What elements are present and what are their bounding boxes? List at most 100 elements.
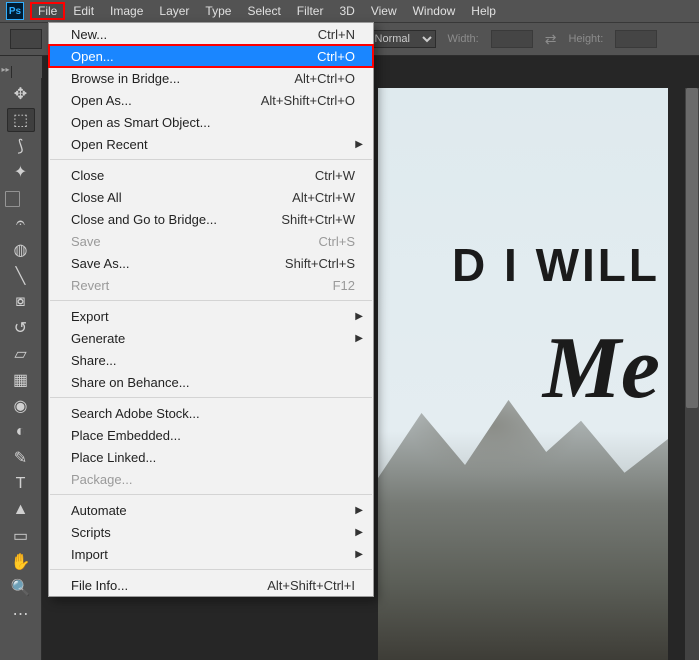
menu-item-open[interactable]: Open...Ctrl+O (49, 45, 373, 67)
menu-item-shortcut: Alt+Ctrl+O (294, 71, 355, 86)
menu-item-open-as-smart-object[interactable]: Open as Smart Object... (49, 111, 373, 133)
hand-tool[interactable]: ✋ (7, 550, 35, 574)
menu-item-label: Open... (71, 49, 317, 64)
menu-item-save: SaveCtrl+S (49, 230, 373, 252)
document-canvas[interactable]: D I WILL Me (378, 88, 668, 660)
menu-item-shortcut: Alt+Shift+Ctrl+O (261, 93, 355, 108)
menu-item-package: Package... (49, 468, 373, 490)
menu-item-shortcut: Alt+Shift+Ctrl+I (267, 578, 355, 593)
menu-item-place-embedded[interactable]: Place Embedded... (49, 424, 373, 446)
eraser-tool[interactable]: ▱ (7, 342, 35, 366)
menu-image[interactable]: Image (102, 2, 151, 20)
path-select-tool[interactable]: ▲ (7, 498, 35, 522)
menu-help[interactable]: Help (463, 2, 504, 20)
menu-item-label: Place Linked... (71, 450, 355, 465)
menu-item-close-and-go-to-bridge[interactable]: Close and Go to Bridge...Shift+Ctrl+W (49, 208, 373, 230)
eyedropper-tool[interactable]: 𝄐 (7, 212, 35, 236)
spot-heal-tool[interactable]: ◍ (7, 238, 35, 262)
width-input[interactable] (491, 30, 533, 48)
submenu-arrow-icon: ▶ (355, 311, 363, 322)
file-menu-dropdown: New...Ctrl+NOpen...Ctrl+OBrowse in Bridg… (48, 22, 374, 597)
menu-item-revert: RevertF12 (49, 274, 373, 296)
menu-item-shortcut: F12 (333, 278, 355, 293)
menu-item-import[interactable]: Import▶ (49, 543, 373, 565)
type-tool[interactable]: T (7, 472, 35, 496)
style-select[interactable]: Normal (366, 30, 436, 48)
submenu-arrow-icon: ▶ (355, 527, 363, 538)
tools-panel: ✥⬚⟆✦⃞𝄐◍╲⧇↺▱▦◉◐✎T▲▭✋🔍⋯ (0, 78, 42, 660)
pen-tool[interactable]: ✎ (7, 446, 35, 470)
zoom-tool[interactable]: 🔍 (7, 576, 35, 600)
menu-layer[interactable]: Layer (151, 2, 197, 20)
menu-type[interactable]: Type (197, 2, 239, 20)
edit-toolbar[interactable]: ⋯ (7, 602, 35, 626)
clone-stamp-tool[interactable]: ⧇ (7, 290, 35, 314)
menu-item-shortcut: Shift+Ctrl+S (285, 256, 355, 271)
menu-item-label: Browse in Bridge... (71, 71, 294, 86)
height-input[interactable] (615, 30, 657, 48)
swap-icon[interactable]: ⇄ (545, 31, 557, 48)
menu-item-file-info[interactable]: File Info...Alt+Shift+Ctrl+I (49, 574, 373, 596)
menu-item-open-recent[interactable]: Open Recent▶ (49, 133, 373, 155)
menu-item-generate[interactable]: Generate▶ (49, 327, 373, 349)
menu-filter[interactable]: Filter (289, 2, 332, 20)
menu-edit[interactable]: Edit (65, 2, 102, 20)
marquee-tool[interactable]: ⬚ (7, 108, 35, 132)
vertical-scrollbar[interactable] (685, 88, 699, 660)
menu-separator (50, 300, 372, 301)
menubar: Ps FileEditImageLayerTypeSelectFilter3DV… (0, 0, 699, 22)
menu-item-scripts[interactable]: Scripts▶ (49, 521, 373, 543)
dodge-tool[interactable]: ◐ (7, 420, 35, 444)
canvas-text-line2: Me (378, 318, 668, 419)
lasso-tool[interactable]: ⟆ (7, 134, 35, 158)
menu-item-label: Generate (71, 331, 355, 346)
menu-item-label: Close and Go to Bridge... (71, 212, 281, 227)
tool-preset-swatch[interactable] (10, 29, 42, 49)
menu-file[interactable]: File (30, 2, 65, 20)
menu-item-new[interactable]: New...Ctrl+N (49, 23, 373, 45)
menu-item-search-adobe-stock[interactable]: Search Adobe Stock... (49, 402, 373, 424)
menu-separator (50, 569, 372, 570)
menu-separator (50, 159, 372, 160)
brush-tool[interactable]: ╲ (7, 264, 35, 288)
blur-tool[interactable]: ◉ (7, 394, 35, 418)
canvas-text-line1: D I WILL (378, 238, 660, 292)
menu-item-close[interactable]: CloseCtrl+W (49, 164, 373, 186)
menu-item-label: Open As... (71, 93, 261, 108)
move-tool[interactable]: ✥ (7, 82, 35, 106)
menu-item-share[interactable]: Share... (49, 349, 373, 371)
menu-item-label: Open Recent (71, 137, 355, 152)
menu-view[interactable]: View (363, 2, 405, 20)
menu-item-open-as[interactable]: Open As...Alt+Shift+Ctrl+O (49, 89, 373, 111)
menu-separator (50, 397, 372, 398)
history-brush-tool[interactable]: ↺ (7, 316, 35, 340)
menu-item-export[interactable]: Export▶ (49, 305, 373, 327)
rectangle-tool[interactable]: ▭ (7, 524, 35, 548)
scrollbar-thumb[interactable] (686, 88, 698, 408)
menu-item-share-on-behance[interactable]: Share on Behance... (49, 371, 373, 393)
menu-item-browse-in-bridge[interactable]: Browse in Bridge...Alt+Ctrl+O (49, 67, 373, 89)
menu-item-place-linked[interactable]: Place Linked... (49, 446, 373, 468)
menu-item-label: Search Adobe Stock... (71, 406, 355, 421)
menu-item-label: Package... (71, 472, 355, 487)
menu-item-label: Revert (71, 278, 333, 293)
menu-item-label: Save As... (71, 256, 285, 271)
gradient-tool[interactable]: ▦ (7, 368, 35, 392)
menu-item-save-as[interactable]: Save As...Shift+Ctrl+S (49, 252, 373, 274)
menu-item-close-all[interactable]: Close AllAlt+Ctrl+W (49, 186, 373, 208)
menu-3d[interactable]: 3D (331, 2, 362, 20)
menu-item-label: Place Embedded... (71, 428, 355, 443)
menu-item-automate[interactable]: Automate▶ (49, 499, 373, 521)
crop-tool[interactable]: ⃞ (7, 186, 35, 210)
menu-select[interactable]: Select (239, 2, 288, 20)
menu-item-label: Share... (71, 353, 355, 368)
canvas-image-mountain (378, 400, 668, 660)
menu-item-shortcut: Ctrl+W (315, 168, 355, 183)
menu-item-label: Export (71, 309, 355, 324)
menu-window[interactable]: Window (405, 2, 464, 20)
magic-wand-tool[interactable]: ✦ (7, 160, 35, 184)
menu-item-shortcut: Shift+Ctrl+W (281, 212, 355, 227)
menu-item-label: Open as Smart Object... (71, 115, 355, 130)
menu-item-label: Scripts (71, 525, 355, 540)
menu-separator (50, 494, 372, 495)
